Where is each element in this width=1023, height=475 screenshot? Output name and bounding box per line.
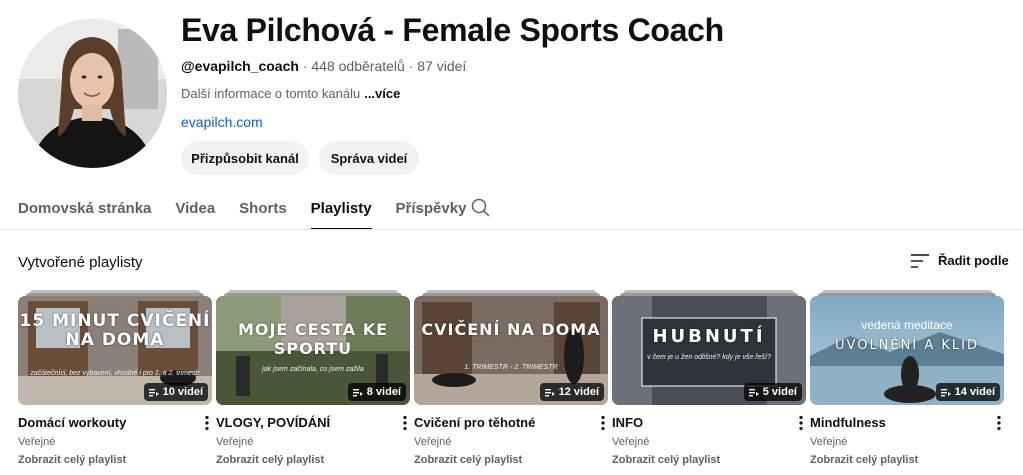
playlist-thumbnail[interactable]: HUBNUTÍ v čem je u žen odlišné? kdy je v… [612, 290, 806, 405]
channel-meta: @evapilch_coach · 448 odběratelů · 87 vi… [181, 58, 466, 74]
playlist-privacy: Veřejné [612, 436, 650, 448]
playlist-card[interactable]: vedená meditace UVOLNĚNÍ A KLID 14 videí… [810, 290, 1004, 475]
sort-label: Řadit podle [938, 253, 1009, 268]
thumbnail-title: UVOLNĚNÍ A KLID [835, 338, 979, 353]
playlist-thumbnail[interactable]: MOJE CESTA KE SPORTU jak jsem začínala, … [216, 290, 410, 405]
thumbnail-image: HUBNUTÍ v čem je u žen odlišné? kdy je v… [612, 296, 806, 405]
thumbnail-subtitle: vedená meditace [861, 318, 953, 332]
thumbnail-subtitle: 1. TRIMESTR - 2. TRIMESTR [464, 364, 558, 371]
more-vert-icon[interactable] [996, 415, 1002, 431]
playlist-title[interactable]: VLOGY, POVÍDÁNÍ [216, 415, 330, 430]
more-link[interactable]: ...více [364, 86, 400, 101]
video-count: 87 videí [417, 58, 467, 74]
channel-handle: @evapilch_coach [181, 58, 299, 74]
playlist-thumbnail[interactable]: vedená meditace UVOLNĚNÍ A KLID 14 videí [810, 290, 1004, 405]
more-vert-icon[interactable] [204, 415, 210, 431]
thumbnail-title: 15 MINUT CVIČENÍ NA DOMA [19, 311, 211, 350]
sort-button[interactable]: Řadit podle [911, 253, 1009, 268]
thumbnail-subtitle: jak jsem začínala, co jsem zažila [262, 366, 364, 373]
channel-tabs: Domovská stránka Videa Shorts Playlisty … [18, 196, 490, 230]
thumbnail-image: MOJE CESTA KE SPORTU jak jsem začínala, … [216, 296, 410, 405]
playlist-privacy: Veřejné [810, 436, 848, 448]
meta-separator: · [408, 58, 414, 74]
channel-description[interactable]: Další informace o tomto kanálu ...více [181, 86, 400, 101]
video-count-badge: 5 videí [743, 383, 802, 401]
video-count-label: 5 videí [762, 386, 797, 398]
playlist-card[interactable]: CVIČENÍ NA DOMA 1. TRIMESTR - 2. TRIMEST… [414, 290, 608, 475]
video-count-label: 14 videí [954, 386, 995, 398]
customize-channel-button[interactable]: Přizpůsobit kanál [181, 141, 309, 175]
view-full-playlist-link[interactable]: Zobrazit celý playlist [216, 454, 324, 466]
thumbnail-title: MOJE CESTA KE SPORTU [237, 320, 389, 358]
playlist-card[interactable]: MOJE CESTA KE SPORTU jak jsem začínala, … [216, 290, 410, 475]
channel-title: Eva Pilchová - Female Sports Coach [181, 12, 724, 48]
playlist-title[interactable]: Cvičení pro těhotné [414, 415, 535, 430]
view-full-playlist-link[interactable]: Zobrazit celý playlist [612, 454, 720, 466]
playlist-card[interactable]: 15 MINUT CVIČENÍ NA DOMA začátečníci, be… [18, 290, 212, 475]
thumbnail-image: CVIČENÍ NA DOMA 1. TRIMESTR - 2. TRIMEST… [414, 296, 608, 405]
thumbnail-image: vedená meditace UVOLNĚNÍ A KLID 14 videí [810, 296, 1004, 405]
view-full-playlist-link[interactable]: Zobrazit celý playlist [810, 454, 918, 466]
playlist-title[interactable]: INFO [612, 415, 643, 430]
video-count-label: 8 videí [366, 386, 401, 398]
description-text: Další informace o tomto kanálu [181, 86, 361, 101]
subscriber-count: 448 odběratelů [311, 58, 405, 74]
tab-posts[interactable]: Příspěvky [396, 196, 467, 230]
search-icon[interactable] [471, 198, 491, 218]
view-full-playlist-link[interactable]: Zobrazit celý playlist [18, 454, 126, 466]
playlist-title[interactable]: Mindfulness [810, 415, 886, 430]
sort-icon [911, 253, 929, 268]
thumbnail-title: HUBNUTÍ [652, 326, 766, 347]
video-count-badge: 8 videí [347, 383, 406, 401]
more-vert-icon[interactable] [600, 415, 606, 431]
tab-playlists[interactable]: Playlisty [310, 196, 372, 230]
more-vert-icon[interactable] [402, 415, 408, 431]
manage-videos-button[interactable]: Správa videí [319, 141, 419, 175]
thumbnail-subtitle: začátečníci, bez vybavení, vhodné i pro … [30, 370, 200, 377]
more-vert-icon[interactable] [798, 415, 804, 431]
tab-shorts[interactable]: Shorts [239, 196, 287, 230]
playlist-icon [748, 388, 759, 396]
video-count-label: 12 videí [558, 386, 599, 398]
section-title: Vytvořené playlisty [18, 254, 143, 271]
channel-avatar[interactable] [18, 19, 167, 168]
playlist-icon [940, 388, 951, 396]
playlist-card[interactable]: HUBNUTÍ v čem je u žen odlišné? kdy je v… [612, 290, 806, 475]
playlist-icon [352, 388, 363, 396]
tab-videos[interactable]: Videa [175, 196, 215, 230]
playlist-privacy: Veřejné [18, 436, 56, 448]
view-full-playlist-link[interactable]: Zobrazit celý playlist [414, 454, 522, 466]
channel-link[interactable]: evapilch.com [181, 114, 263, 130]
video-count-badge: 14 videí [935, 383, 1000, 401]
playlist-thumbnail[interactable]: 15 MINUT CVIČENÍ NA DOMA začátečníci, be… [18, 290, 212, 405]
thumbnail-title: CVIČENÍ NA DOMA [421, 320, 601, 339]
video-count-badge: 12 videí [539, 383, 604, 401]
playlist-privacy: Veřejné [414, 436, 452, 448]
playlist-thumbnail[interactable]: CVIČENÍ NA DOMA 1. TRIMESTR - 2. TRIMEST… [414, 290, 608, 405]
thumbnail-image: 15 MINUT CVIČENÍ NA DOMA začátečníci, be… [18, 296, 212, 405]
video-count-label: 10 videí [162, 386, 203, 398]
tabs-divider [0, 229, 1023, 230]
thumbnail-subtitle: v čem je u žen odlišné? kdy je vše řeší? [647, 354, 771, 361]
playlist-icon [148, 388, 159, 396]
tab-home[interactable]: Domovská stránka [18, 196, 151, 230]
playlist-title[interactable]: Domácí workouty [18, 415, 126, 430]
playlist-privacy: Veřejné [216, 436, 254, 448]
meta-separator: · [302, 58, 308, 74]
playlist-icon [544, 388, 555, 396]
video-count-badge: 10 videí [143, 383, 208, 401]
